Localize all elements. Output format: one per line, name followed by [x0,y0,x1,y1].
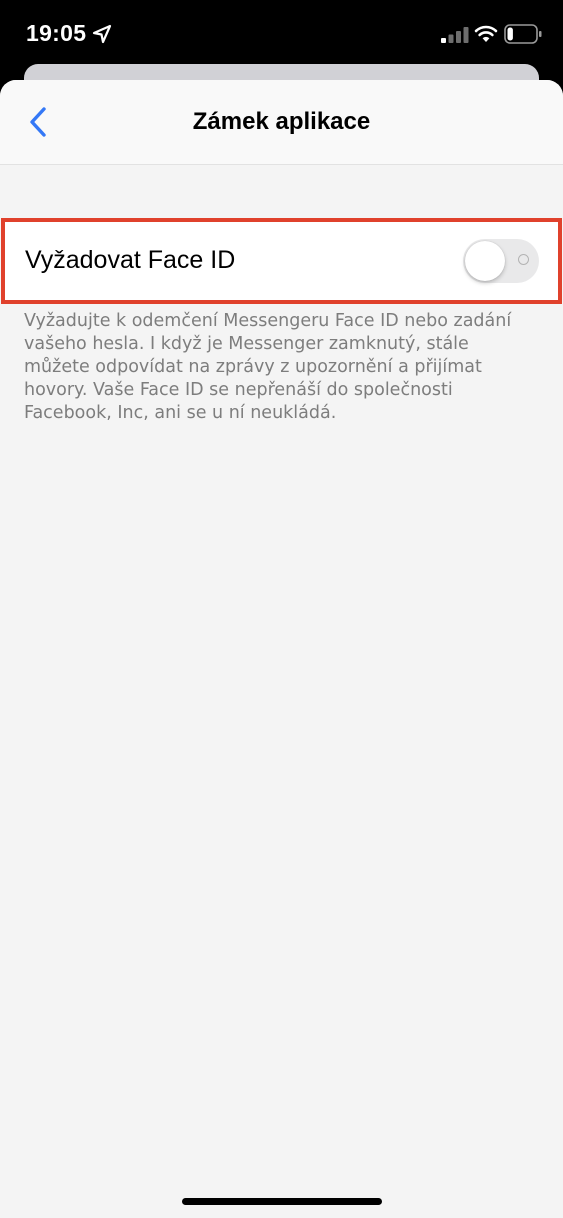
highlight-frame [1,218,562,304]
wifi-icon [474,25,498,42]
status-time: 19:05 [26,20,87,46]
settings-sheet: Zámek aplikace Vyžadovat Face ID Vyžaduj… [0,80,563,1218]
navigation-bar: Zámek aplikace [0,80,563,165]
page-title: Zámek aplikace [192,108,371,135]
setting-description: Vyžadujte k odemčení Messengeru Face ID … [24,311,512,423]
battery-icon [504,24,542,44]
location-arrow-icon [92,24,112,44]
screen: 19:05 Zámek aplikace Vyžadovat Face ID V… [0,0,563,1218]
cellular-signal-icon [441,27,469,43]
status-bar: 19:05 [0,0,563,64]
home-indicator[interactable] [182,1198,382,1205]
